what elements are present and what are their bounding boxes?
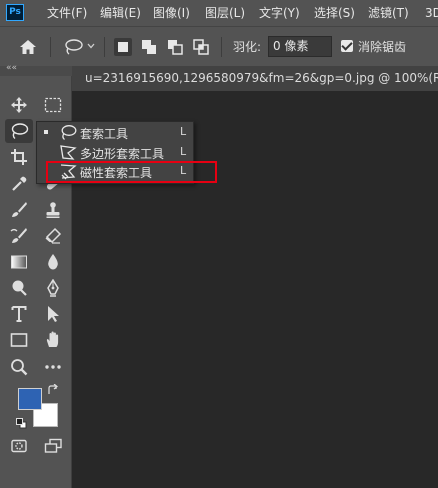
eraser-tool-icon[interactable] — [39, 224, 67, 248]
lasso-preset-icon[interactable] — [62, 37, 84, 57]
antialias-label: 消除锯齿 — [358, 40, 407, 54]
brush-tool-icon[interactable] — [5, 198, 33, 222]
new-selection-icon[interactable] — [114, 38, 132, 56]
menu-bar: Ps 文件(F) 编辑(E) 图像(I) 图层(L) 文字(Y) 选择(S) 滤… — [0, 0, 438, 26]
quick-mask-icon[interactable] — [5, 434, 33, 458]
eyedropper-tool-icon[interactable] — [5, 172, 33, 196]
screen-mode-icon[interactable] — [39, 434, 67, 458]
intersect-selection-icon[interactable] — [192, 38, 210, 56]
pen-tool-icon[interactable] — [39, 276, 67, 300]
rectangle-tool-icon[interactable] — [5, 328, 33, 352]
menu-edit[interactable]: 编辑(E) — [100, 0, 141, 26]
antialias-checkbox[interactable] — [341, 40, 353, 52]
polygonal-lasso-icon — [59, 144, 77, 161]
toolbar-header[interactable]: «« — [0, 63, 72, 76]
menu-select[interactable]: 选择(S) — [314, 0, 355, 26]
dodge-tool-icon[interactable] — [5, 276, 33, 300]
document-tab[interactable]: u=2316915690,1296580979&fm=26&gp=0.jpg @… — [72, 66, 438, 91]
flyout-item-label: 多边形套索工具 — [80, 147, 165, 161]
default-colors-icon[interactable] — [16, 418, 27, 429]
move-tool-icon[interactable] — [5, 93, 33, 117]
photoshop-logo[interactable]: Ps — [6, 4, 24, 21]
type-tool-icon[interactable] — [5, 302, 33, 326]
hand-tool-icon[interactable] — [39, 328, 67, 352]
menu-file[interactable]: 文件(F) — [47, 0, 87, 26]
options-bar: 羽化: 0 像素 消除锯齿 — [0, 26, 438, 66]
menu-image[interactable]: 图像(I) — [153, 0, 190, 26]
history-brush-tool-icon[interactable] — [5, 224, 33, 248]
menu-type[interactable]: 文字(Y) — [259, 0, 300, 26]
menu-filter[interactable]: 滤镜(T) — [368, 0, 409, 26]
feather-label: 羽化: — [233, 40, 262, 54]
path-selection-tool-icon[interactable] — [39, 302, 67, 326]
swap-colors-icon[interactable] — [47, 383, 59, 396]
collapse-icon[interactable]: «« — [6, 63, 17, 73]
lasso-icon — [59, 124, 77, 141]
foreground-color-swatch[interactable] — [18, 388, 42, 410]
crop-tool-icon[interactable] — [5, 145, 33, 169]
home-icon[interactable] — [18, 38, 38, 56]
zoom-tool-icon[interactable] — [5, 355, 33, 379]
clone-stamp-tool-icon[interactable] — [39, 198, 67, 222]
flyout-item-polygonal-lasso[interactable]: 多边形套索工具 L — [37, 143, 193, 162]
marquee-tool-icon[interactable] — [39, 93, 67, 117]
highlight-box — [46, 161, 217, 183]
blur-tool-icon[interactable] — [39, 250, 67, 274]
selected-bullet-icon — [44, 130, 48, 134]
add-to-selection-icon[interactable] — [140, 38, 158, 56]
chevron-down-icon[interactable] — [86, 40, 96, 50]
lasso-tool-icon[interactable] — [5, 119, 33, 143]
feather-input[interactable]: 0 像素 — [268, 36, 332, 57]
gradient-tool-icon[interactable] — [5, 250, 33, 274]
more-tools-icon[interactable] — [39, 355, 67, 379]
subtract-from-selection-icon[interactable] — [166, 38, 184, 56]
menu-3d[interactable]: 3D — [425, 0, 438, 26]
flyout-item-shortcut: L — [180, 125, 187, 138]
flyout-item-shortcut: L — [180, 145, 187, 158]
flyout-item-lasso[interactable]: 套索工具 L — [37, 123, 193, 142]
menu-layer[interactable]: 图层(L) — [205, 0, 245, 26]
document-tab-bar: u=2316915690,1296580979&fm=26&gp=0.jpg @… — [72, 66, 438, 91]
flyout-item-label: 套索工具 — [80, 127, 129, 141]
